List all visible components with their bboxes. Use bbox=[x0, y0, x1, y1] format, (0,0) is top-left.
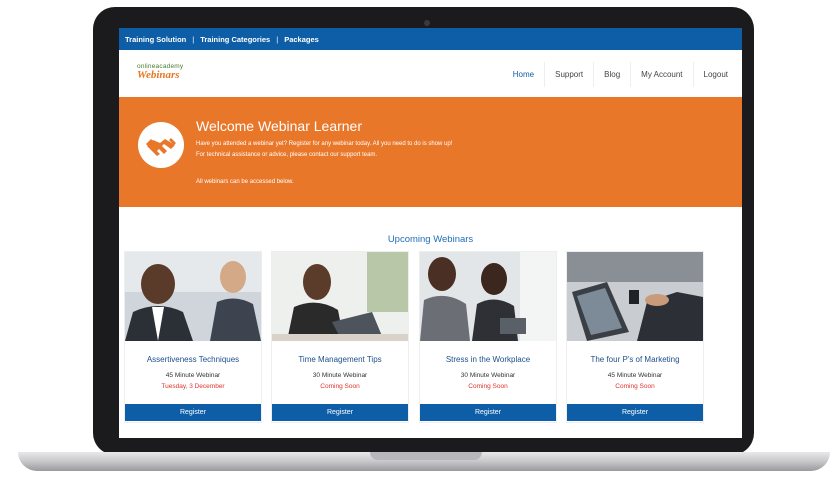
webinar-title: Stress in the Workplace bbox=[445, 355, 531, 364]
webinar-date: Coming Soon bbox=[468, 383, 508, 390]
banner-text-line: Have you attended a webinar yet? Registe… bbox=[196, 141, 453, 147]
webinar-duration: 45 Minute Webinar bbox=[165, 372, 221, 379]
webinar-image bbox=[272, 252, 408, 341]
top-navigation: Training Solution | Training Categories … bbox=[119, 28, 742, 50]
handshake-icon bbox=[138, 122, 184, 168]
webinar-duration: 30 Minute Webinar bbox=[460, 372, 516, 379]
banner-title: Welcome Webinar Learner bbox=[196, 118, 363, 134]
webinar-title: The four P's of Marketing bbox=[590, 355, 680, 364]
webinar-date: Coming Soon bbox=[615, 383, 655, 390]
menu-home[interactable]: Home bbox=[503, 62, 544, 87]
banner-text-line: For technical assistance or advice, plea… bbox=[196, 152, 378, 158]
site-header: onlineacademy Webinars Home Support Blog… bbox=[119, 50, 742, 97]
webinar-image bbox=[420, 252, 556, 341]
section-title: Upcoming Webinars bbox=[387, 234, 474, 245]
menu-support[interactable]: Support bbox=[544, 62, 593, 87]
webinar-title: Assertiveness Techniques bbox=[146, 355, 240, 364]
webinar-title: Time Management Tips bbox=[298, 355, 382, 364]
laptop-notch bbox=[370, 452, 482, 460]
topnav-separator: | bbox=[276, 34, 279, 44]
menu-logout[interactable]: Logout bbox=[692, 62, 738, 87]
topnav-training-categories[interactable]: Training Categories bbox=[200, 35, 270, 44]
menu-my-account[interactable]: My Account bbox=[630, 62, 692, 87]
webinar-image bbox=[567, 252, 703, 341]
browser-screen: Training Solution | Training Categories … bbox=[119, 28, 742, 438]
register-button[interactable]: Register bbox=[567, 404, 703, 421]
welcome-banner: Welcome Webinar Learner Have you attende… bbox=[119, 97, 742, 207]
menu-blog[interactable]: Blog bbox=[593, 62, 630, 87]
register-button[interactable]: Register bbox=[420, 404, 556, 421]
webinar-image bbox=[125, 252, 261, 341]
site-logo[interactable]: onlineacademy Webinars bbox=[137, 63, 183, 81]
main-menu: Home Support Blog My Account Logout bbox=[503, 62, 738, 87]
webinar-duration: 30 Minute Webinar bbox=[312, 372, 368, 379]
topnav-separator: | bbox=[192, 34, 195, 44]
topnav-training-solution[interactable]: Training Solution bbox=[125, 35, 186, 44]
webinar-card: Stress in the Workplace 30 Minute Webina… bbox=[419, 251, 557, 423]
logo-text-bottom: Webinars bbox=[137, 69, 180, 81]
register-button[interactable]: Register bbox=[125, 404, 261, 421]
webinar-date: Tuesday, 3 December bbox=[161, 383, 225, 390]
webinar-card: The four P's of Marketing 45 Minute Webi… bbox=[566, 251, 704, 423]
webinar-card: Assertiveness Techniques 45 Minute Webin… bbox=[124, 251, 262, 423]
webinar-date: Coming Soon bbox=[320, 383, 360, 390]
webcam bbox=[424, 20, 430, 26]
banner-text-line: All webinars can be accessed below. bbox=[196, 179, 294, 185]
webinar-card: Time Management Tips 30 Minute Webinar C… bbox=[271, 251, 409, 423]
webinar-duration: 45 Minute Webinar bbox=[607, 372, 663, 379]
topnav-packages[interactable]: Packages bbox=[284, 35, 319, 44]
register-button[interactable]: Register bbox=[272, 404, 408, 421]
